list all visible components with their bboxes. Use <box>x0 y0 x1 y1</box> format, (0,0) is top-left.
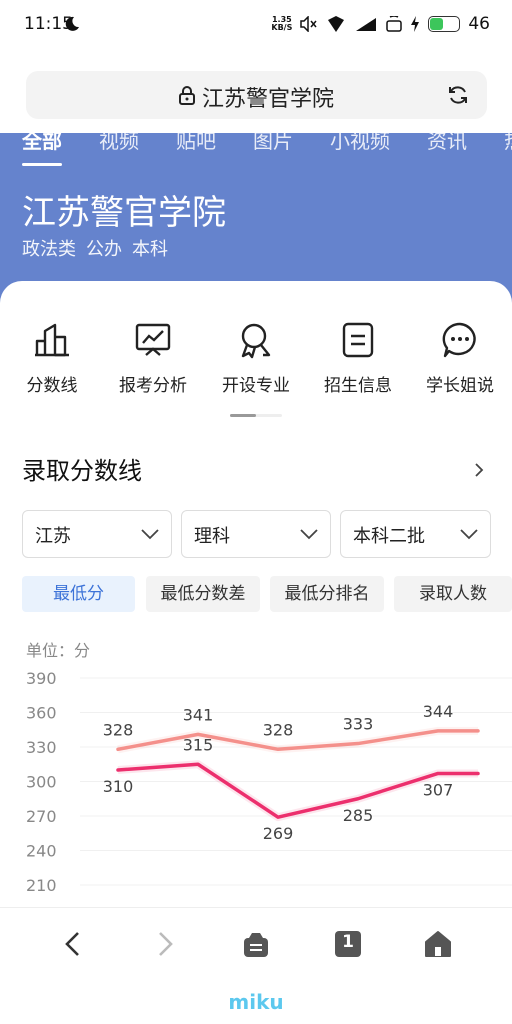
analysis-board-icon <box>135 323 171 356</box>
chevron-down-icon <box>460 529 478 540</box>
school-tag: 公办 <box>86 239 122 260</box>
chevron-down-icon <box>300 529 318 540</box>
moon-icon <box>65 16 79 31</box>
info-card: 分数线 报考分析 开设专业 招生信息 学长姐说 录取分数线 江苏 理科 本科二批… <box>0 281 512 921</box>
chip-admission-count[interactable]: 录取人数 <box>394 576 512 612</box>
batch-select[interactable]: 本科二批 <box>340 510 491 558</box>
battery-fill <box>430 18 444 30</box>
data-label: 344 <box>423 702 454 721</box>
charging-icon <box>411 16 420 32</box>
active-tab-indicator <box>22 163 62 166</box>
browser-nav-bar: 1 <box>0 915 512 975</box>
data-label: 310 <box>103 777 134 796</box>
y-tick-label: 270 <box>26 807 57 826</box>
y-tick-label: 360 <box>26 704 57 723</box>
tabs-button[interactable]: 1 <box>333 929 363 959</box>
subject-value: 理科 <box>194 526 230 547</box>
tab-news[interactable]: 资讯 <box>427 133 467 154</box>
tab-tieba[interactable]: 贴吧 <box>176 133 216 154</box>
menu-icon[interactable] <box>241 929 271 959</box>
forward-icon[interactable] <box>150 929 180 959</box>
school-tag: 政法类 <box>22 239 76 260</box>
y-tick-label: 240 <box>26 842 57 861</box>
quick-nav-score-line[interactable]: 分数线 <box>1 321 103 396</box>
building-chart-icon <box>35 323 69 357</box>
hd-icon <box>386 16 403 32</box>
quick-nav-label: 招生信息 <box>324 376 392 396</box>
y-tick-label: 300 <box>26 773 57 792</box>
metric-chips: 最低分 最低分数差 最低分排名 录取人数 <box>22 576 512 612</box>
data-label: 315 <box>183 735 214 754</box>
url-title: 江苏警官学院 <box>202 87 335 112</box>
quick-nav-seniors[interactable]: 学长姐说 <box>409 321 511 396</box>
quick-nav-analysis[interactable]: 报考分析 <box>102 321 204 396</box>
quick-nav: 分数线 报考分析 开设专业 招生信息 学长姐说 <box>0 321 512 401</box>
vpn-shield-icon <box>328 16 345 32</box>
school-name: 江苏警官学院 <box>22 193 226 233</box>
home-icon[interactable] <box>423 929 453 959</box>
tab-video[interactable]: 视频 <box>99 133 139 154</box>
mute-icon <box>300 16 317 32</box>
school-tag: 本科 <box>132 239 168 260</box>
battery-level: 46 <box>468 14 490 34</box>
data-label: 307 <box>423 780 454 799</box>
chevron-right-icon[interactable] <box>474 462 484 478</box>
search-tabs: 全部 视频 贴吧 图片 小视频 资讯 热 <box>22 133 512 154</box>
data-label: 285 <box>343 806 374 825</box>
chip-min-score-rank[interactable]: 最低分排名 <box>270 576 384 612</box>
refresh-icon[interactable] <box>447 84 469 106</box>
tab-all[interactable]: 全部 <box>22 133 62 154</box>
quick-nav-label: 开设专业 <box>222 376 290 396</box>
quick-nav-majors[interactable]: 开设专业 <box>205 321 307 396</box>
province-value: 江苏 <box>35 526 71 547</box>
status-bar: 11:15 1.35 KB/S 46 <box>0 0 512 50</box>
back-icon[interactable] <box>58 929 88 959</box>
y-tick-label: 330 <box>26 738 57 757</box>
document-icon <box>342 322 374 358</box>
net-speed: 1.35 KB/S <box>271 15 293 32</box>
quick-nav-enrollment[interactable]: 招生信息 <box>307 321 409 396</box>
quick-nav-label: 分数线 <box>26 376 78 396</box>
school-tags: 政法类 公办 本科 <box>22 235 168 261</box>
data-label: 341 <box>183 705 214 724</box>
y-tick-label: 390 <box>26 669 57 688</box>
quick-nav-label: 学长姐说 <box>426 376 494 396</box>
battery-icon <box>428 16 461 32</box>
tab-short-video[interactable]: 小视频 <box>330 133 390 154</box>
award-ribbon-icon <box>241 323 271 359</box>
score-line-chart: 390 360 330 300 270 240 210 328 341 328 333 344 310 3… <box>26 669 512 895</box>
url-bar[interactable]: 江苏警官学院 <box>26 71 487 119</box>
bottom-divider <box>0 907 512 908</box>
tab-images[interactable]: 图片 <box>253 133 293 154</box>
tab-count: 1 <box>342 932 354 952</box>
chat-bubble-icon <box>442 322 476 358</box>
batch-value: 本科二批 <box>353 526 425 547</box>
chip-min-score-diff[interactable]: 最低分数差 <box>146 576 260 612</box>
signal-icon <box>356 18 377 31</box>
unit-label: 单位：分 <box>26 641 91 660</box>
section-title: 录取分数线 <box>22 457 142 485</box>
tab-hot[interactable]: 热 <box>504 133 512 154</box>
status-icons: 1.35 KB/S 46 <box>271 12 490 36</box>
chevron-down-icon <box>141 529 159 540</box>
data-label: 328 <box>103 720 134 739</box>
subject-select[interactable]: 理科 <box>181 510 331 558</box>
chip-min-score[interactable]: 最低分 <box>22 576 135 612</box>
province-select[interactable]: 江苏 <box>22 510 172 558</box>
y-tick-label: 210 <box>26 876 57 895</box>
brand-logo: miku <box>228 990 284 1014</box>
lock-icon <box>179 86 195 105</box>
scroll-indicator-thumb <box>230 414 256 417</box>
quick-nav-label: 报考分析 <box>119 376 187 396</box>
quick-nav-scroll-indicator <box>230 414 282 417</box>
data-label: 328 <box>263 720 294 739</box>
data-label: 333 <box>343 715 374 734</box>
data-label: 269 <box>263 824 294 843</box>
